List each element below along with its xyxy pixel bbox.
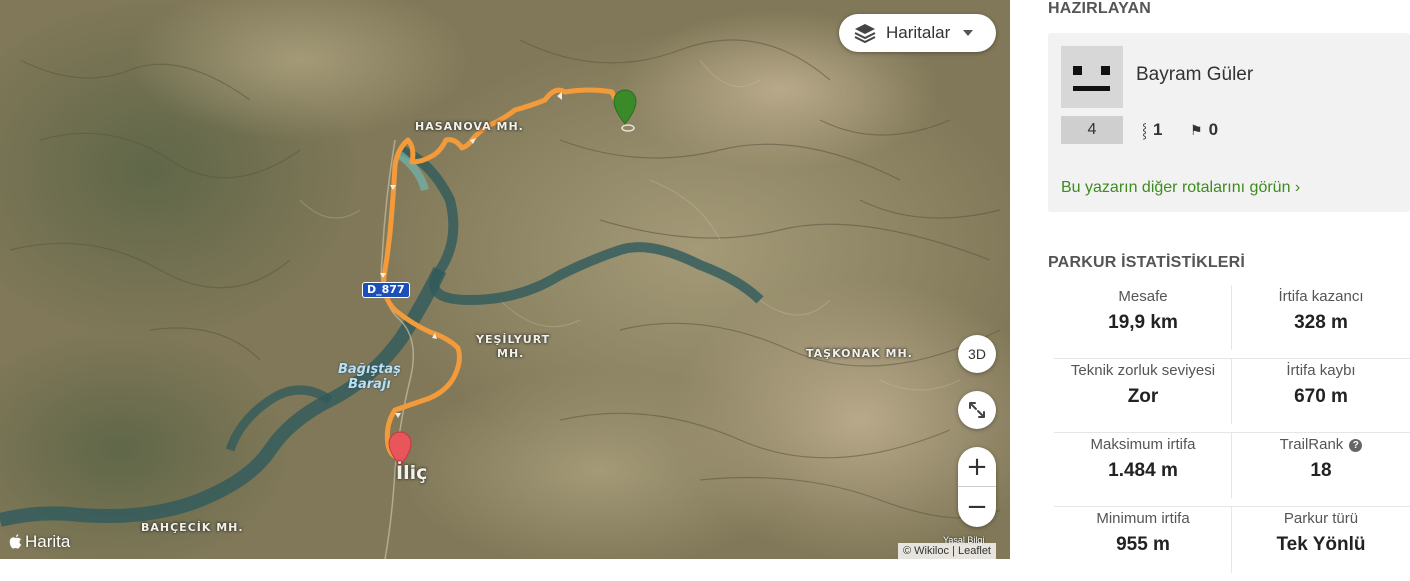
trail-sidebar: HAZIRLAYAN Bayram Güler 4 ⸾ 1 ⚑ 0 Bu yaz… — [1010, 0, 1410, 573]
place-label-taskonak: TAŞKONAK MH. — [806, 347, 913, 360]
stat-difficulty: Teknik zorluk seviyesi Zor — [1054, 359, 1232, 432]
place-label-hasanova: HASANOVA MH. — [415, 120, 524, 133]
author-card: Bayram Güler 4 ⸾ 1 ⚑ 0 Bu yazarın diğer … — [1048, 33, 1410, 212]
stat-label: TrailRank? — [1232, 436, 1410, 456]
place-label-yesilyurt: YEŞİLYURT — [476, 333, 551, 346]
zoom-out-button[interactable]: − — [958, 487, 996, 527]
water-label-dam-line1: Bağıştaş — [338, 362, 401, 377]
chevron-down-icon — [963, 30, 974, 36]
place-label-yesilyurt-mh: MH. — [497, 347, 525, 360]
stat-trailrank: TrailRank? 18 — [1232, 433, 1410, 506]
stat-label: İrtifa kazancı — [1278, 288, 1364, 305]
help-icon[interactable]: ? — [1349, 439, 1363, 452]
map-provider-label: Harita — [25, 532, 71, 551]
stat-row: Minimum irtifa 955 m Parkur türü Tek Yön… — [1054, 507, 1410, 581]
stat-elevation-gain: İrtifa kazancı 328 m — [1232, 285, 1410, 358]
water-label-dam-line2: Barajı — [348, 377, 391, 392]
stat-max-elevation: Maksimum irtifa 1.484 m — [1054, 433, 1232, 506]
satellite-terrain — [0, 0, 1010, 559]
stats-section-title: PARKUR İSTATİSTİKLERİ — [1048, 254, 1246, 271]
zoom-control: + − — [958, 447, 996, 527]
stat-value: 328 m — [1294, 312, 1348, 333]
map-provider-logo: Harita — [9, 532, 70, 552]
stat-label: Parkur türü — [1283, 510, 1359, 527]
stat-label: Maksimum irtifa — [1090, 436, 1196, 453]
stat-row: Mesafe 19,9 km İrtifa kazancı 328 m — [1054, 285, 1410, 359]
place-label-bahcecik: BAHÇECİK MH. — [141, 521, 244, 534]
author-name[interactable]: Bayram Güler — [1136, 64, 1253, 86]
apple-icon — [9, 534, 21, 549]
stat-value: 1.484 m — [1108, 460, 1178, 481]
stat-value: 955 m — [1116, 534, 1170, 555]
stat-value: Tek Yönlü — [1276, 534, 1366, 555]
zoom-in-button[interactable]: + — [958, 447, 996, 487]
map-layers-button[interactable]: Haritalar — [839, 14, 996, 52]
stat-value: 670 m — [1294, 386, 1348, 407]
stat-distance: Mesafe 19,9 km — [1054, 285, 1232, 358]
water-label-dam: Bağıştaş Barajı — [338, 362, 401, 392]
trail-stats: Mesafe 19,9 km İrtifa kazancı 328 m Tekn… — [1054, 285, 1410, 581]
flag-icon: ⚑ — [1190, 121, 1203, 138]
stat-label: İrtifa kaybı — [1286, 362, 1356, 379]
road-shield: D_877 — [362, 282, 410, 298]
place-label-town: İliç — [396, 462, 428, 484]
expand-icon — [969, 402, 985, 418]
layers-icon — [854, 24, 876, 44]
author-section-title: HAZIRLAYAN — [1048, 0, 1152, 17]
stat-row: Teknik zorluk seviyesi Zor İrtifa kaybı … — [1054, 359, 1410, 433]
followers-icon: ⸾ — [1142, 121, 1148, 138]
fullscreen-button[interactable] — [958, 391, 996, 429]
stat-value: 19,9 km — [1108, 312, 1178, 333]
author-following: ⚑ 0 — [1190, 120, 1218, 140]
followers-count: 1 — [1153, 120, 1163, 139]
author-trail-count: 4 — [1061, 116, 1123, 144]
3d-view-button[interactable]: 3D — [958, 335, 996, 373]
map-attribution[interactable]: © Wikiloc | Leaflet — [898, 543, 996, 559]
avatar[interactable] — [1061, 46, 1123, 108]
stat-trail-type: Parkur türü Tek Yönlü — [1232, 507, 1410, 581]
author-more-trails-link[interactable]: Bu yazarın diğer rotalarını görün › — [1061, 179, 1300, 197]
stat-row: Maksimum irtifa 1.484 m TrailRank? 18 — [1054, 433, 1410, 507]
following-count: 0 — [1208, 120, 1219, 139]
stat-label: Mesafe — [1118, 288, 1168, 305]
map-layers-label: Haritalar — [886, 23, 951, 42]
route-map[interactable]: HASANOVA MH. YEŞİLYURT MH. TAŞKONAK MH. … — [0, 0, 1010, 559]
stat-label: Minimum irtifa — [1096, 510, 1190, 527]
author-followers: ⸾ 1 — [1142, 120, 1162, 140]
stat-elevation-loss: İrtifa kaybı 670 m — [1232, 359, 1410, 432]
stat-min-elevation: Minimum irtifa 955 m — [1054, 507, 1232, 581]
stat-value: 18 — [1310, 460, 1332, 481]
stat-label: Teknik zorluk seviyesi — [1070, 362, 1216, 379]
trailrank-label: TrailRank — [1279, 436, 1344, 453]
stat-value: Zor — [1127, 386, 1159, 407]
